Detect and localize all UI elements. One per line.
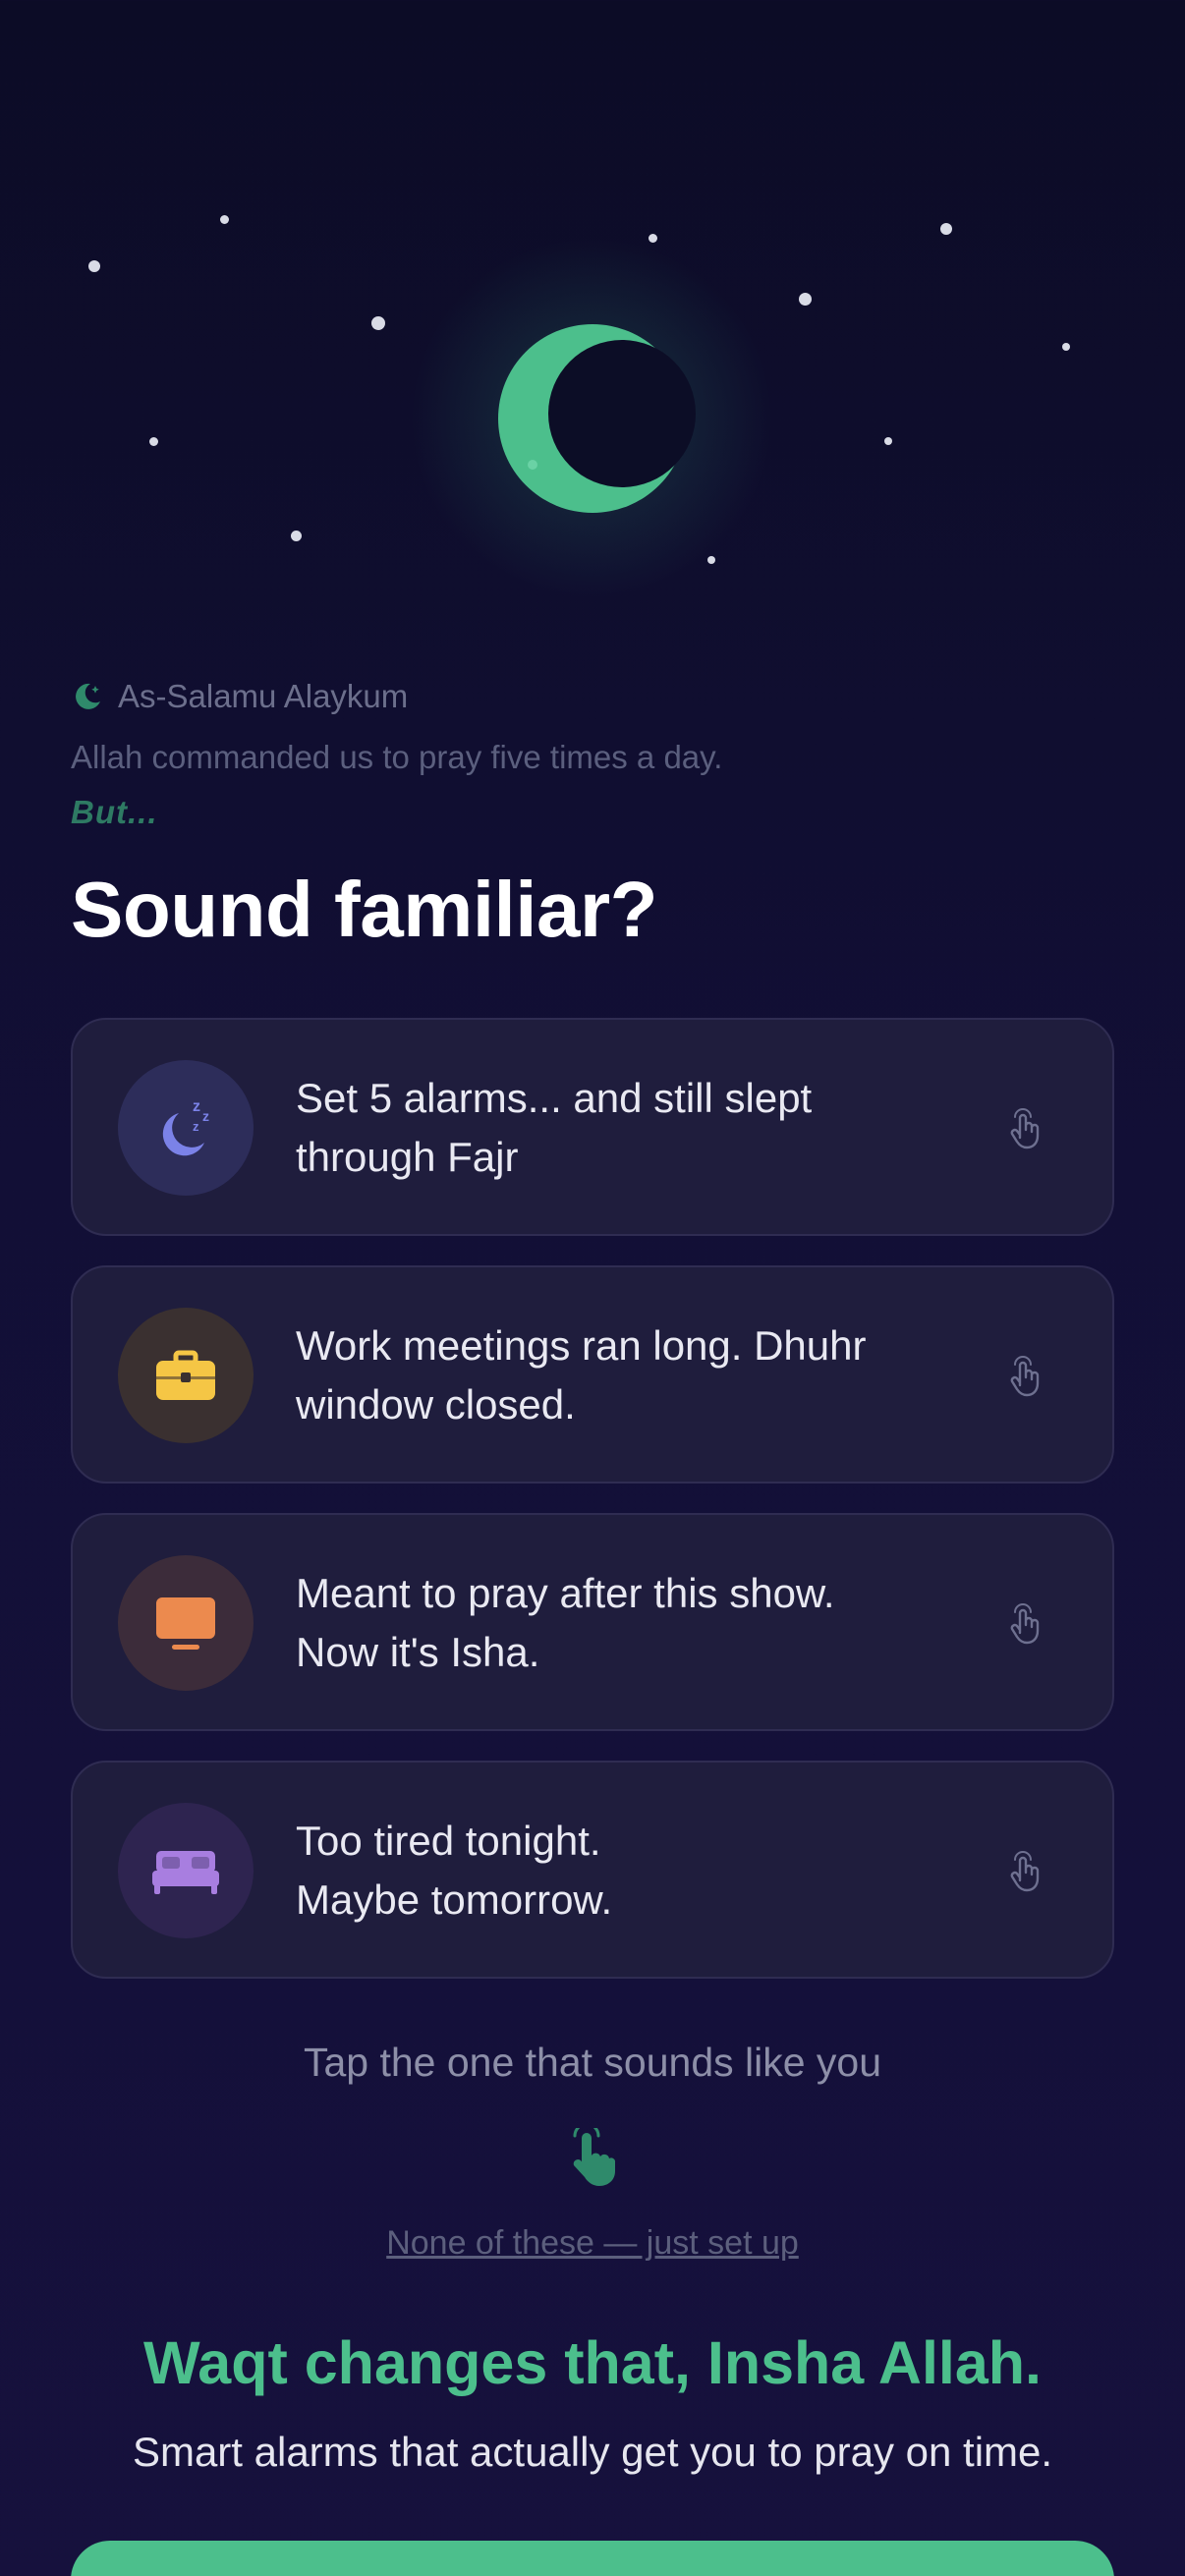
- tap-hand-icon: [1010, 1851, 1040, 1892]
- svg-text:z: z: [202, 1108, 209, 1124]
- card-icon-circle: [118, 1308, 254, 1443]
- tap-hand-icon: [1010, 1356, 1040, 1397]
- star: [220, 215, 229, 224]
- intro-text: Allah commanded us to pray five times a …: [71, 739, 723, 775]
- card-text-line: Meant to pray after this show.: [296, 1570, 835, 1616]
- card-icon-circle: [118, 1803, 254, 1938]
- card-text-line: window closed.: [296, 1381, 576, 1428]
- tap-hand-icon: [1010, 1108, 1040, 1149]
- card-text-line: Too tired tonight.: [296, 1818, 601, 1864]
- moon-crater: [528, 460, 537, 470]
- continue-button[interactable]: [71, 2541, 1114, 2576]
- card-text-line: through Fajr: [296, 1134, 519, 1180]
- tv-icon: [156, 1597, 215, 1650]
- scenario-card-dhuhr[interactable]: Work meetings ran long. Dhuhr window clo…: [71, 1265, 1114, 1484]
- star: [884, 437, 892, 445]
- scenario-card-tired[interactable]: Too tired tonight. Maybe tomorrow.: [71, 1761, 1114, 1979]
- card-icon-circle: z z z: [118, 1060, 254, 1196]
- tagline: Waqt changes that, Insha Allah.: [143, 2329, 1042, 2396]
- star: [291, 531, 302, 541]
- card-text-line: Work meetings ran long. Dhuhr: [296, 1322, 867, 1369]
- star: [1062, 343, 1070, 351]
- tap-hand-icon: [1010, 1603, 1040, 1645]
- svg-text:z: z: [193, 1098, 200, 1115]
- card-text-line: Now it's Isha.: [296, 1629, 540, 1675]
- card-text: Meant to pray after this show. Now it's …: [296, 1564, 984, 1682]
- subline: Smart alarms that actually get you to pr…: [132, 2429, 1053, 2475]
- svg-text:z: z: [193, 1119, 199, 1134]
- star: [149, 437, 158, 446]
- star: [940, 223, 952, 235]
- but-text: But...: [71, 794, 158, 830]
- star: [371, 316, 385, 330]
- card-text-line: Set 5 alarms... and still slept: [296, 1075, 813, 1121]
- card-text: Set 5 alarms... and still slept through …: [296, 1069, 984, 1187]
- card-text-line: Maybe tomorrow.: [296, 1876, 613, 1923]
- scenario-list: z z z Set 5 alarms... and still slept th…: [71, 1018, 1114, 2008]
- greeting-text: As-Salamu Alaykum: [118, 678, 409, 714]
- star: [88, 260, 100, 272]
- tap-hint: Tap the one that sounds like you: [303, 2040, 882, 2085]
- card-text: Work meetings ran long. Dhuhr window clo…: [296, 1316, 984, 1434]
- scenario-card-fajr[interactable]: z z z Set 5 alarms... and still slept th…: [71, 1018, 1114, 1236]
- moon-shadow: [548, 340, 696, 487]
- sleep-moon-icon: z z z: [162, 1098, 209, 1156]
- crescent-moon-star-icon: [76, 683, 100, 709]
- bed-icon: [152, 1851, 219, 1894]
- briefcase-icon: [156, 1350, 215, 1400]
- card-text: Too tired tonight. Maybe tomorrow.: [296, 1812, 984, 1930]
- skip-link[interactable]: None of these — just set up: [0, 2224, 1185, 2263]
- hero-illustration: [0, 0, 1185, 629]
- card-icon-circle: [118, 1555, 254, 1691]
- pointing-hand-icon: [573, 2128, 616, 2186]
- greeting: As-Salamu Alaykum: [71, 678, 408, 715]
- scenario-card-isha[interactable]: Meant to pray after this show. Now it's …: [71, 1513, 1114, 1731]
- page-title: Sound familiar?: [71, 866, 658, 953]
- star: [799, 293, 812, 306]
